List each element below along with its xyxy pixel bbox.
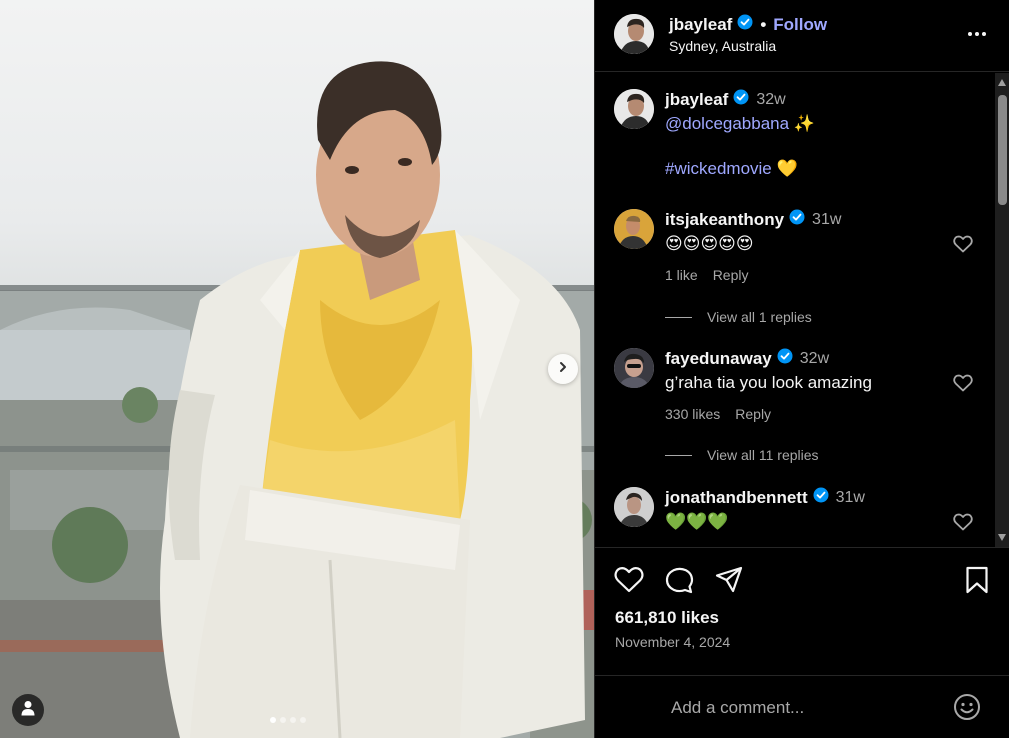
carousel-dot xyxy=(270,717,276,723)
comment-time[interactable]: 32w xyxy=(800,350,829,368)
like-comment-button[interactable] xyxy=(953,235,973,258)
like-comment-button[interactable] xyxy=(953,374,973,397)
like-comment-button[interactable] xyxy=(953,513,973,536)
tagged-users-button[interactable] xyxy=(12,694,44,726)
verified-badge-icon xyxy=(789,209,805,230)
author-avatar[interactable] xyxy=(614,89,654,129)
comment-meta: 330 likes Reply xyxy=(665,406,771,422)
comment-likes[interactable]: 330 likes xyxy=(665,406,720,422)
author-line: jbayleaf • Follow xyxy=(669,14,827,35)
yellow-heart-emoji: 💛 xyxy=(776,159,798,178)
divider-line xyxy=(665,454,692,456)
view-replies-button[interactable]: View all 11 replies xyxy=(665,447,819,463)
scroll-down-arrow[interactable] xyxy=(998,534,1006,541)
carousel-dot xyxy=(290,717,296,723)
author-avatar[interactable] xyxy=(614,14,654,54)
save-button[interactable] xyxy=(965,566,989,599)
commenter-avatar[interactable] xyxy=(614,348,654,388)
comment-text: g’raha tia you look amazing xyxy=(665,373,872,392)
share-icon xyxy=(715,566,743,597)
verified-badge-icon xyxy=(813,487,829,508)
comment-text: 😍😍😍😍😍 xyxy=(665,234,754,253)
comment-header: jonathandbennett 31w xyxy=(665,487,865,508)
follow-button[interactable]: Follow xyxy=(773,15,827,35)
heart-icon xyxy=(953,513,973,535)
bookmark-icon xyxy=(965,566,989,598)
heart-icon xyxy=(953,235,973,257)
comments-list[interactable]: jbayleaf 32w @dolcegabbana ✨ #wickedmovi… xyxy=(595,73,995,547)
mention-link[interactable]: @dolcegabbana xyxy=(665,114,789,133)
view-replies-label: View all 11 replies xyxy=(707,447,819,463)
comment-header: itsjakeanthony 31w xyxy=(665,209,841,230)
more-options-icon xyxy=(967,31,987,48)
caption-username[interactable]: jbayleaf xyxy=(665,90,728,110)
scroll-thumb[interactable] xyxy=(998,95,1007,205)
post-location[interactable]: Sydney, Australia xyxy=(669,38,776,54)
emoji-picker-button[interactable] xyxy=(953,693,981,726)
sparkles-emoji: ✨ xyxy=(793,114,815,133)
scroll-up-arrow[interactable] xyxy=(998,79,1006,86)
user-tag-icon xyxy=(21,700,35,721)
hashtag-link[interactable]: #wickedmovie xyxy=(665,159,772,178)
verified-badge-icon xyxy=(733,89,749,110)
carousel-dot xyxy=(280,717,286,723)
caption-mention-line: @dolcegabbana ✨ xyxy=(665,114,815,134)
separator-dot: • xyxy=(760,14,767,34)
reply-button[interactable]: Reply xyxy=(713,267,749,283)
reply-button[interactable]: Reply xyxy=(735,406,771,422)
caption-hashtag-line: #wickedmovie 💛 xyxy=(665,159,798,179)
comment-button[interactable] xyxy=(665,566,694,599)
chevron-right-icon xyxy=(557,360,569,378)
view-replies-label: View all 1 replies xyxy=(707,309,812,325)
post-actions: 661,810 likes November 4, 2024 xyxy=(595,547,1009,675)
post-image xyxy=(0,61,594,738)
comments-scrollbar[interactable] xyxy=(995,73,1009,547)
comment-time[interactable]: 31w xyxy=(812,211,841,229)
comment-icon xyxy=(665,567,694,598)
comment-time[interactable]: 31w xyxy=(836,489,865,507)
commenter-avatar[interactable] xyxy=(614,209,654,249)
post-date[interactable]: November 4, 2024 xyxy=(615,634,730,650)
comment-composer xyxy=(595,675,1009,738)
caption-time[interactable]: 32w xyxy=(756,91,785,109)
verified-badge-icon xyxy=(737,14,753,35)
like-count[interactable]: 661,810 likes xyxy=(615,608,719,628)
view-replies-button[interactable]: View all 1 replies xyxy=(665,309,812,325)
commenter-username[interactable]: fayedunaway xyxy=(665,349,772,369)
more-options-button[interactable] xyxy=(967,24,987,49)
post-details-panel: jbayleaf • Follow Sydney, Australia jbay… xyxy=(594,0,1009,738)
carousel-dot xyxy=(300,717,306,723)
emoji-icon xyxy=(953,694,981,725)
verified-badge-icon xyxy=(777,348,793,369)
author-username[interactable]: jbayleaf xyxy=(669,15,732,35)
comment-header: fayedunaway 32w xyxy=(665,348,829,369)
heart-icon xyxy=(614,567,644,597)
comment-likes[interactable]: 1 like xyxy=(665,267,698,283)
post-photo[interactable] xyxy=(0,0,594,738)
comment-text: 💚💚💚 xyxy=(665,512,729,531)
next-slide-button[interactable] xyxy=(548,354,578,384)
commenter-avatar[interactable] xyxy=(614,487,654,527)
share-button[interactable] xyxy=(715,566,743,598)
carousel-indicator xyxy=(270,717,306,723)
post-header: jbayleaf • Follow Sydney, Australia xyxy=(595,0,1009,72)
like-button[interactable] xyxy=(614,566,644,598)
comment-input[interactable] xyxy=(671,696,941,720)
divider-line xyxy=(665,316,692,318)
caption-header: jbayleaf 32w xyxy=(665,89,786,110)
commenter-username[interactable]: itsjakeanthony xyxy=(665,210,784,230)
heart-icon xyxy=(953,374,973,396)
comment-meta: 1 like Reply xyxy=(665,267,748,283)
commenter-username[interactable]: jonathandbennett xyxy=(665,488,808,508)
